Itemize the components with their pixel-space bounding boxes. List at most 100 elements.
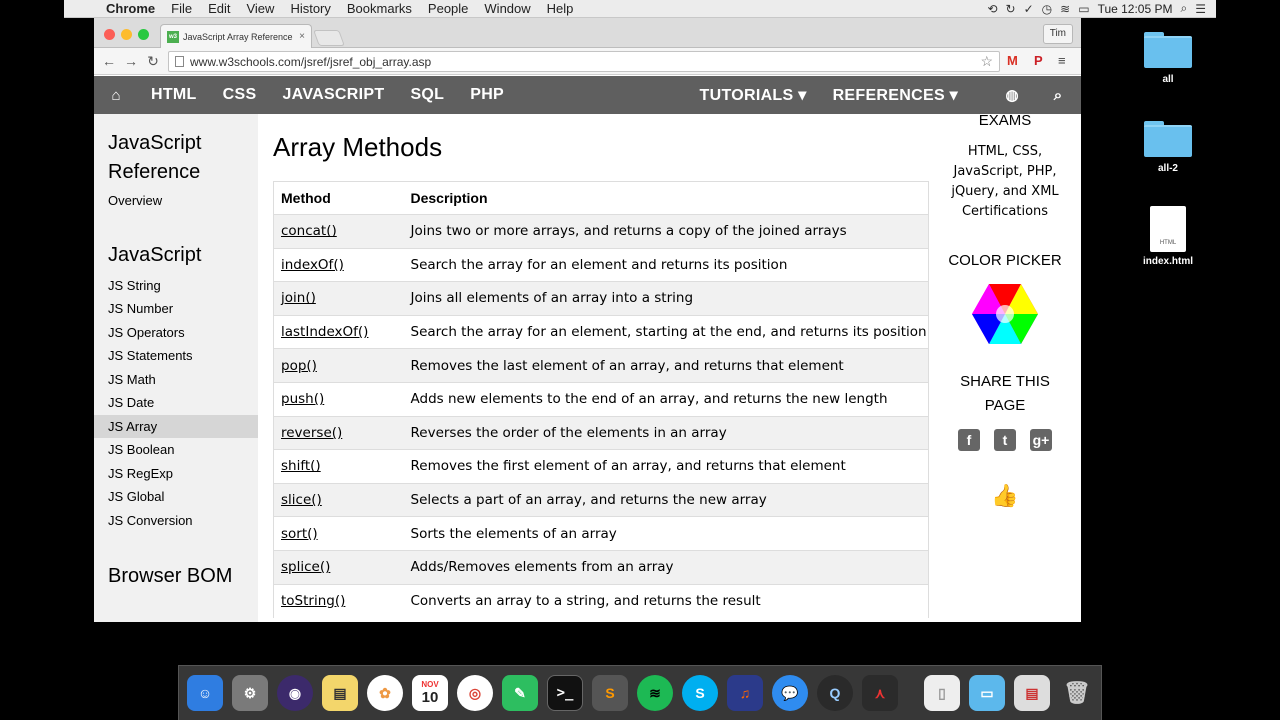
sidebar-item-js-number[interactable]: JS Number (94, 297, 258, 321)
spotify-icon[interactable]: ≋ (637, 675, 673, 711)
forward-arrow-icon[interactable]: → (120, 53, 142, 69)
new-tab-button[interactable] (313, 30, 345, 46)
method-link[interactable]: join() (281, 290, 316, 306)
stickies-icon[interactable]: ▤ (322, 675, 358, 711)
desktop-file-index-html[interactable]: HTML index.html (1134, 206, 1202, 267)
evernote-icon[interactable]: ✎ (502, 675, 538, 711)
thumbs-up-icon[interactable]: 👍 (938, 483, 1072, 509)
profile-button[interactable]: Tim (1042, 24, 1073, 44)
close-window-button[interactable] (104, 29, 115, 40)
zoom-window-button[interactable] (138, 29, 149, 40)
sidebar-item-js-string[interactable]: JS String (94, 274, 258, 298)
color-picker-heading[interactable]: COLOR PICKER (938, 252, 1072, 269)
quicktime-icon[interactable]: Q (817, 675, 853, 711)
method-link[interactable]: toString() (281, 593, 345, 609)
sidebar-item-js-conversion[interactable]: JS Conversion (94, 509, 258, 533)
menu-file[interactable]: File (163, 0, 200, 18)
system-preferences-icon[interactable]: ⚙ (232, 675, 268, 711)
sidebar-item-js-statements[interactable]: JS Statements (94, 344, 258, 368)
menu-people[interactable]: People (420, 0, 476, 18)
sidebar-item-js-regexp[interactable]: JS RegExp (94, 462, 258, 486)
facebook-icon[interactable]: f (958, 429, 980, 451)
chrome-icon[interactable]: ◎ (457, 675, 493, 711)
menu-clock[interactable]: Tue 12:05 PM (1098, 2, 1173, 16)
calendar-icon[interactable]: NOV 10 (412, 675, 448, 711)
method-link[interactable]: indexOf() (281, 257, 344, 273)
desktop-folder-all-2[interactable]: all-2 (1134, 121, 1202, 174)
battery-icon[interactable]: ▭ (1078, 2, 1089, 16)
minimize-window-button[interactable] (121, 29, 132, 40)
audacity-icon[interactable]: ♫ (727, 675, 763, 711)
method-link[interactable]: splice() (281, 559, 330, 575)
method-link[interactable]: pop() (281, 358, 317, 374)
menu-window[interactable]: Window (476, 0, 538, 18)
reload-icon[interactable]: ↻ (142, 53, 164, 70)
clock-icon[interactable]: ◷ (1042, 2, 1052, 16)
nav-tutorials-dropdown[interactable]: TUTORIALS ▾ (687, 85, 820, 105)
desktop-folder-all[interactable]: all (1134, 32, 1202, 85)
check-icon[interactable]: ✓ (1024, 2, 1034, 16)
method-link[interactable]: concat() (281, 223, 337, 239)
skype-icon[interactable]: S (682, 675, 718, 711)
menu-help[interactable]: Help (539, 0, 582, 18)
certifications-text[interactable]: HTML, CSS, JavaScript, PHP, jQuery, and … (938, 142, 1072, 222)
tab-close-icon[interactable]: × (299, 31, 305, 42)
google-plus-icon[interactable]: g+ (1030, 429, 1052, 451)
sidebar-item-overview[interactable]: Overview (94, 189, 258, 213)
method-link[interactable]: lastIndexOf() (281, 324, 368, 340)
sublime-text-icon[interactable]: S (592, 675, 628, 711)
method-link[interactable]: reverse() (281, 425, 342, 441)
address-bar[interactable]: www.w3schools.com/jsref/jsref_obj_array.… (168, 51, 1000, 72)
nav-html[interactable]: HTML (138, 86, 210, 104)
method-link[interactable]: sort() (281, 526, 318, 542)
sidebar-item-js-math[interactable]: JS Math (94, 368, 258, 392)
gmail-extension-icon[interactable]: M (1007, 53, 1018, 68)
method-link[interactable]: slice() (281, 492, 322, 508)
sync-icon[interactable]: ↻ (1006, 2, 1016, 16)
menu-history[interactable]: History (282, 0, 338, 18)
twitter-icon[interactable]: t (994, 429, 1016, 451)
sidebar-item-js-date[interactable]: JS Date (94, 391, 258, 415)
trash-icon[interactable]: 🗑 (1059, 675, 1095, 711)
folder-stack-icon[interactable]: ▭ (969, 675, 1005, 711)
finder-icon[interactable]: ☺ (187, 675, 223, 711)
nav-php[interactable]: PHP (457, 86, 517, 104)
color-picker-hexagon-icon[interactable] (972, 284, 1038, 344)
chrome-menu-icon[interactable]: ≡ (1058, 53, 1066, 68)
notification-center-icon[interactable]: ☰ (1195, 2, 1206, 16)
back-arrow-icon[interactable]: ← (98, 53, 120, 69)
globe-icon[interactable]: ◍ (989, 86, 1035, 104)
description-cell: Search the array for an element and retu… (403, 247, 929, 282)
sidebar-item-js-operators[interactable]: JS Operators (94, 321, 258, 345)
home-icon[interactable]: ⌂ (94, 87, 138, 104)
timemachine-icon[interactable]: ⟲ (987, 2, 997, 16)
spotlight-icon[interactable]: ⌕ (1181, 1, 1188, 16)
menu-app-name[interactable]: Chrome (98, 0, 163, 18)
nav-sql[interactable]: SQL (397, 86, 457, 104)
browser-tab[interactable]: w3 JavaScript Array Reference × (160, 24, 312, 48)
sidebar-item-js-global[interactable]: JS Global (94, 485, 258, 509)
sidebar-item-js-boolean[interactable]: JS Boolean (94, 438, 258, 462)
bookmark-star-icon[interactable]: ☆ (980, 53, 993, 70)
menu-bookmarks[interactable]: Bookmarks (339, 0, 420, 18)
terminal-icon[interactable]: >_ (547, 675, 583, 711)
eclipse-icon[interactable]: ◉ (277, 675, 313, 711)
acrobat-icon[interactable]: ⋏ (862, 675, 898, 711)
nav-css[interactable]: CSS (210, 86, 270, 104)
pinterest-extension-icon[interactable]: P (1034, 53, 1043, 68)
description-cell: Joins all elements of an array into a st… (403, 281, 929, 316)
nav-javascript[interactable]: JAVASCRIPT (269, 86, 397, 104)
document-icon[interactable]: ▯ (924, 675, 960, 711)
menu-view[interactable]: View (238, 0, 282, 18)
photos-icon[interactable]: ✿ (367, 675, 403, 711)
wifi-icon[interactable]: ≋ (1060, 2, 1070, 16)
method-link[interactable]: push() (281, 391, 324, 407)
sidebar-item-js-array[interactable]: JS Array (94, 414, 258, 438)
messages-icon[interactable]: 💬 (772, 675, 808, 711)
exams-heading[interactable]: EXAMS (938, 112, 1072, 129)
nav-references-dropdown[interactable]: REFERENCES ▾ (820, 85, 971, 105)
method-link[interactable]: shift() (281, 458, 321, 474)
pdf-stack-icon[interactable]: ▤ (1014, 675, 1050, 711)
menu-edit[interactable]: Edit (200, 0, 238, 18)
search-icon[interactable]: ⌕ (1035, 87, 1081, 104)
